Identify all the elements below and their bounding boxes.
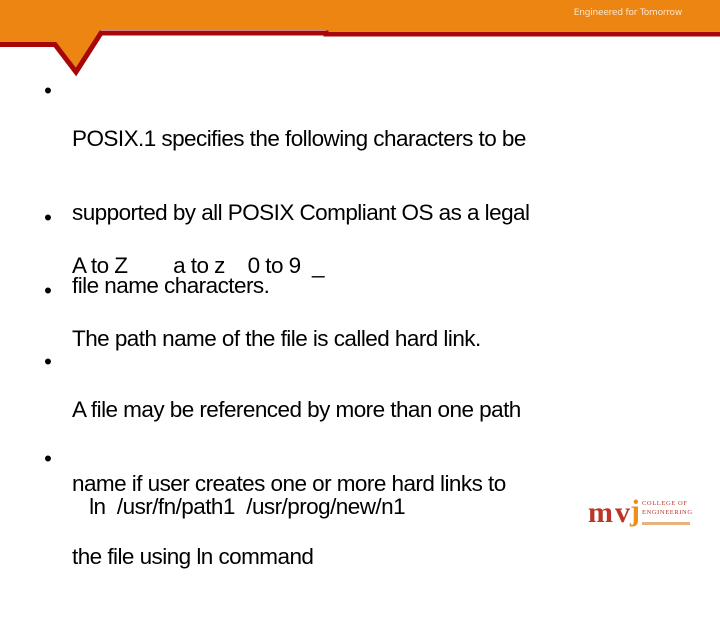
bullet-icon: • <box>44 349 52 374</box>
bullet-icon: • <box>44 78 52 103</box>
bullet-ln-command-example: ln /usr/fn/path1 /usr/prog/new/n1 <box>72 446 406 569</box>
logo-letter-m: m <box>588 496 613 529</box>
text-line: A to Z a to z 0 to 9 _ <box>72 253 325 278</box>
logo-name-line2: ENGINEERING <box>642 509 693 516</box>
logo-letter-j: j <box>629 494 640 527</box>
text-line: The path name of the file is called hard… <box>72 326 481 351</box>
logo-name-line1: COLLEGE OF <box>642 500 688 507</box>
header-tagline: Engineered for Tomorrow <box>573 8 682 18</box>
banner-red-stripe <box>0 30 720 77</box>
logo-letter-v: v <box>615 496 630 529</box>
text-line: A file may be referenced by more than on… <box>72 397 521 422</box>
bullet-icon: • <box>44 278 52 303</box>
text-line: POSIX.1 specifies the following characte… <box>72 126 526 151</box>
logo-subtitle-bar <box>642 522 690 525</box>
bullet-icon: • <box>44 205 52 230</box>
bullet-icon: • <box>44 446 52 471</box>
code-line: ln /usr/fn/path1 /usr/prog/new/n1 <box>72 494 406 519</box>
